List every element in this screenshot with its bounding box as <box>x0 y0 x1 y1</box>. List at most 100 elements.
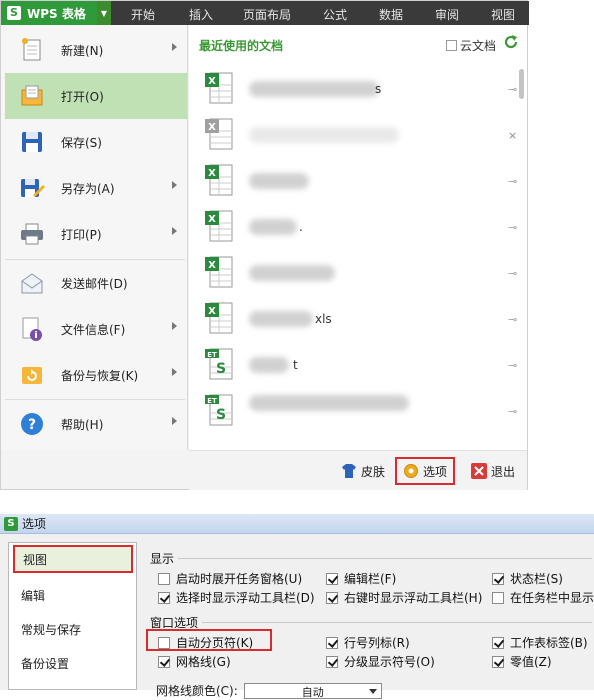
option-formula-bar[interactable]: 编辑栏(F) <box>326 570 396 587</box>
skin-button[interactable]: 皮肤 <box>341 459 385 483</box>
recent-file-row[interactable]: X . ⊸ <box>205 207 517 247</box>
tab-home[interactable]: 开始 <box>131 6 155 23</box>
grid-color-value: 自动 <box>301 685 324 699</box>
option-select-float-toolbar[interactable]: 选择时显示浮动工具栏(D) <box>158 589 315 606</box>
option-gridlines[interactable]: 网格线(G) <box>158 653 231 670</box>
option-status-bar[interactable]: 状态栏(S) <box>492 570 563 587</box>
svg-text:ET: ET <box>207 351 217 359</box>
recent-documents-panel: 最近使用的文档 云文档 X s ⊸ X × X ⊸ X . ⊸ X ⊸ X xl… <box>189 25 527 450</box>
pin-icon[interactable]: ⊸ <box>508 267 517 280</box>
save-icon <box>19 129 45 155</box>
wps-app-menu-button[interactable]: S WPS 表格 ▼ <box>1 1 111 25</box>
recent-file-row[interactable]: X ⊸ <box>205 253 517 293</box>
checkbox[interactable] <box>158 636 170 649</box>
checkbox[interactable] <box>326 572 338 585</box>
option-label: 零值(Z) <box>510 655 552 669</box>
pin-icon[interactable]: ⊸ <box>508 221 517 234</box>
dialog-title-bar: S 选项 <box>0 514 594 534</box>
option-label: 编辑栏(F) <box>344 572 397 586</box>
nav-label: 备份设置 <box>21 656 70 671</box>
cloud-docs-checkbox[interactable]: 云文档 <box>446 37 496 54</box>
option-sheet-tabs[interactable]: 工作表标签(B) <box>492 634 588 651</box>
exit-button[interactable]: 退出 <box>471 459 515 483</box>
menu-item-backup-restore[interactable]: 备份与恢复(K) <box>5 352 187 398</box>
pin-icon[interactable]: ⊸ <box>508 175 517 188</box>
menu-item-print[interactable]: 打印(P) <box>5 211 187 257</box>
file-name-suffix: t <box>293 358 298 372</box>
tab-review[interactable]: 审阅 <box>435 6 459 23</box>
option-label: 网格线(G) <box>176 655 231 669</box>
pin-icon[interactable]: ⊸ <box>508 359 517 372</box>
checkbox[interactable] <box>492 636 504 649</box>
tab-page-layout[interactable]: 页面布局 <box>243 6 291 23</box>
menu-item-save-as[interactable]: 另存为(A) <box>5 165 187 211</box>
pin-icon[interactable]: ⊸ <box>508 405 517 418</box>
menu-item-label: 新建(N) <box>61 43 104 58</box>
dialog-title: 选项 <box>22 517 47 531</box>
checkbox[interactable] <box>158 591 170 604</box>
option-outline-symbols[interactable]: 分级显示符号(O) <box>326 653 435 670</box>
menu-item-open[interactable]: 打开(O) <box>5 73 187 119</box>
blurred-file-name <box>249 395 409 411</box>
recent-file-row[interactable]: X ⊸ <box>205 161 517 201</box>
option-label: 启动时展开任务窗格(U) <box>176 572 303 586</box>
file-name-suffix: s <box>375 82 382 96</box>
exit-label: 退出 <box>491 464 516 479</box>
nav-item-view[interactable]: 视图 <box>13 545 133 573</box>
menu-item-new[interactable]: 新建(N) <box>5 27 187 73</box>
menu-item-send-mail[interactable]: 发送邮件(D) <box>5 260 187 306</box>
nav-item-backup-settings[interactable]: 备份设置 <box>13 649 133 677</box>
recent-file-row[interactable]: ET S ⊸ <box>205 391 517 431</box>
blurred-file-name <box>249 127 399 143</box>
options-button[interactable]: 选项 <box>395 457 456 485</box>
excel-file-icon: X <box>205 255 233 289</box>
option-rightclick-float-toolbar[interactable]: 右键时显示浮动工具栏(H) <box>326 589 482 606</box>
menu-item-save[interactable]: 保存(S) <box>5 119 187 165</box>
checkbox[interactable] <box>158 655 170 668</box>
svg-text:S: S <box>216 361 226 377</box>
option-expand-task-pane[interactable]: 启动时展开任务窗格(U) <box>158 570 302 587</box>
blurred-file-name <box>249 81 379 97</box>
nav-label: 常规与保存 <box>21 622 82 637</box>
tab-insert[interactable]: 插入 <box>189 6 213 23</box>
option-show-in-taskbar[interactable]: 在任务栏中显示 <box>492 589 594 606</box>
pin-icon[interactable]: ⊸ <box>508 83 517 96</box>
nav-item-general-save[interactable]: 常规与保存 <box>13 615 133 643</box>
nav-item-edit[interactable]: 编辑 <box>13 581 133 609</box>
option-label: 在任务栏中显示 <box>510 591 594 605</box>
tab-data[interactable]: 数据 <box>379 6 403 23</box>
recent-file-row[interactable]: X s ⊸ <box>205 69 517 109</box>
excel-file-icon: X <box>205 209 233 243</box>
dropdown-arrow-icon[interactable]: ▼ <box>97 1 111 25</box>
blurred-file-name <box>249 219 297 235</box>
options-dialog: S 选项 视图 编辑 常规与保存 备份设置 显示 启动时展开任务窗格(U) 编辑… <box>0 514 594 699</box>
option-row-col-headers[interactable]: 行号列标(R) <box>326 634 410 651</box>
menu-item-file-info[interactable]: 文件信息(F) <box>5 306 187 352</box>
tab-formula[interactable]: 公式 <box>323 6 347 23</box>
option-zero-values[interactable]: 零值(Z) <box>492 653 552 670</box>
svg-text:X: X <box>208 168 216 179</box>
recent-file-row[interactable]: X × <box>205 115 517 155</box>
refresh-icon[interactable] <box>503 34 519 50</box>
recent-file-row[interactable]: X xls ⊸ <box>205 299 517 339</box>
recent-file-row[interactable]: ET S t ⊸ <box>205 345 517 385</box>
submenu-arrow-icon <box>172 368 177 376</box>
option-auto-page-break[interactable]: 自动分页符(K) <box>158 634 253 651</box>
checkbox[interactable] <box>158 572 170 585</box>
mail-icon <box>19 270 45 296</box>
checkbox-box[interactable] <box>446 40 457 51</box>
submenu-arrow-icon <box>172 322 177 330</box>
remove-icon[interactable]: × <box>508 129 517 142</box>
menu-item-help[interactable]: ? 帮助(H) <box>5 401 187 447</box>
scrollbar-thumb[interactable] <box>519 69 524 99</box>
grid-color-select[interactable]: 自动 <box>243 682 382 699</box>
checkbox[interactable] <box>326 591 338 604</box>
checkbox[interactable] <box>326 655 338 668</box>
tab-view[interactable]: 视图 <box>491 6 515 23</box>
checkbox[interactable] <box>492 591 504 604</box>
checkbox[interactable] <box>492 655 504 668</box>
checkbox[interactable] <box>492 572 504 585</box>
pin-icon[interactable]: ⊸ <box>508 313 517 326</box>
checkbox[interactable] <box>326 636 338 649</box>
nav-label: 编辑 <box>21 588 46 603</box>
